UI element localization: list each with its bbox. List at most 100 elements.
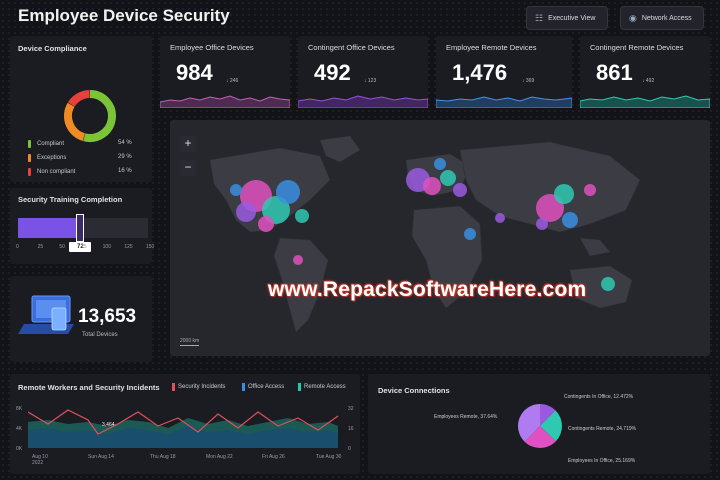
- world-map[interactable]: + − 2000 km: [170, 120, 710, 356]
- device-connections-panel: Device Connections Employees Remote, 37.…: [368, 374, 710, 474]
- noncompliant-pct: 16 %: [118, 168, 132, 174]
- x-tick: Mon Aug 22: [206, 454, 233, 460]
- slice-label-employees-office: Employees In Office, 25.169%: [568, 458, 636, 464]
- map-bubble[interactable]: [276, 180, 300, 204]
- y-left-tick: 4K: [16, 426, 23, 432]
- executive-view-button[interactable]: ☷ Executive View: [526, 6, 608, 30]
- legend-exceptions: Exceptions: [28, 154, 66, 162]
- total-devices-label: Total Devices: [82, 332, 118, 338]
- donut-segment[interactable]: [67, 90, 90, 107]
- kpi-label: Employee Office Devices: [170, 43, 254, 52]
- x-tick: Tue Aug 30: [316, 454, 342, 460]
- map-bubble[interactable]: [423, 177, 441, 195]
- connections-pie: [518, 404, 562, 448]
- map-bubble[interactable]: [554, 184, 574, 204]
- map-bubble[interactable]: [584, 184, 596, 196]
- indonesia-shape: [579, 237, 611, 257]
- network-icon: ◉: [629, 12, 637, 23]
- training-tick: 150: [146, 244, 155, 250]
- kpi-contingent-office[interactable]: Contingent Office Devices 492 ↓ 123: [298, 36, 428, 108]
- map-bubble[interactable]: [562, 212, 578, 228]
- training-tick: 0: [16, 244, 19, 250]
- y-left-tick: 8K: [16, 406, 23, 412]
- map-bubble[interactable]: [601, 277, 615, 291]
- exceptions-swatch: [28, 154, 31, 162]
- legend-office-access: Office Access: [242, 383, 284, 391]
- compliant-label: Compliant: [37, 141, 65, 147]
- security-training-panel: Security Training Completion 72 0 25 50 75 1…: [10, 188, 155, 264]
- map-bubble[interactable]: [434, 158, 446, 170]
- donut-segment[interactable]: [83, 90, 116, 142]
- x-tick: Sun Aug 14: [88, 454, 114, 460]
- training-tick: 100: [102, 244, 111, 250]
- kpi-value: 861: [596, 60, 633, 85]
- kpi-sparkline: [580, 95, 710, 108]
- legend-security-incidents: Security Incidents: [172, 383, 225, 391]
- kpi-value: 492: [314, 60, 351, 85]
- page-title: Employee Device Security: [18, 6, 230, 25]
- y-right-tick: 0: [348, 446, 351, 452]
- slice-label-employees-remote: Employees Remote, 37.64%: [434, 414, 498, 420]
- kpi-sparkline: [298, 95, 428, 108]
- donut-segment[interactable]: [64, 102, 86, 141]
- kpi-contingent-remote[interactable]: Contingent Remote Devices 861 ↓ 492: [580, 36, 710, 108]
- slice-label-contingents-office: Contingents In Office, 12.472%: [564, 394, 634, 400]
- remote-workers-panel: Remote Workers and Security Incidents Se…: [10, 374, 360, 474]
- map-bubble[interactable]: [258, 216, 274, 232]
- kpi-delta: ↓ 492: [642, 78, 655, 84]
- greenland-shape: [319, 135, 361, 163]
- legend-label: Office Access: [248, 384, 285, 390]
- x-tick: Aug 10 2022: [32, 454, 48, 466]
- map-bubble[interactable]: [440, 170, 456, 186]
- x-tick: Fri Aug 26: [262, 454, 285, 460]
- zoom-in-button[interactable]: +: [180, 136, 196, 152]
- y-right-tick: 32: [348, 406, 354, 412]
- map-bubble[interactable]: [295, 209, 309, 223]
- kpi-label: Contingent Office Devices: [308, 43, 395, 52]
- training-tick: 50: [59, 244, 65, 250]
- legend-compliant: Compliant: [28, 140, 64, 148]
- exceptions-pct: 29 %: [118, 154, 132, 160]
- legend-label: Remote Access: [304, 384, 346, 390]
- legend-remote-access: Remote Access: [298, 383, 346, 391]
- slice-label-contingents-remote: Contingents Remote, 24.719%: [568, 426, 637, 432]
- kpi-delta: ↓ 369: [522, 78, 535, 84]
- watermark-text: www.RepackSoftwareHere.com: [268, 278, 587, 301]
- exceptions-label: Exceptions: [37, 155, 67, 161]
- map-bubble[interactable]: [464, 228, 476, 240]
- noncompliant-label: Non compliant: [37, 169, 76, 175]
- noncompliant-swatch: [28, 168, 31, 176]
- map-bubble[interactable]: [230, 184, 242, 196]
- executive-view-label: Executive View: [548, 14, 596, 22]
- y-right-tick: 16: [348, 426, 354, 432]
- remote-workers-title: Remote Workers and Security Incidents: [18, 383, 160, 392]
- kpi-sparkline: [160, 95, 290, 108]
- map-bubble[interactable]: [293, 255, 303, 265]
- kpi-value: 1,476: [452, 60, 508, 85]
- zoom-out-button[interactable]: −: [180, 160, 196, 176]
- kpi-employee-remote[interactable]: Employee Remote Devices 1,476 ↓ 369: [436, 36, 572, 108]
- map-bubble[interactable]: [236, 202, 256, 222]
- kpi-employee-office[interactable]: Employee Office Devices 984 ↓ 246: [160, 36, 290, 108]
- training-marker[interactable]: [76, 214, 85, 242]
- map-bubble[interactable]: [495, 213, 505, 223]
- kpi-delta: ↓ 246: [226, 78, 239, 84]
- training-tick: 25: [37, 244, 44, 250]
- world-map-svg: [209, 135, 641, 333]
- training-tick: 75: [81, 244, 87, 250]
- y-left-tick: 0K: [16, 446, 23, 452]
- compliant-swatch: [28, 140, 31, 148]
- map-bubble[interactable]: [453, 183, 467, 197]
- device-connections-title: Device Connections: [378, 386, 450, 395]
- legend-swatch: [242, 383, 245, 391]
- map-bubble[interactable]: [536, 218, 548, 230]
- training-fill: [18, 218, 81, 238]
- compliant-pct: 54 %: [118, 140, 132, 146]
- kpi-value: 984: [176, 60, 213, 85]
- kpi-delta: ↓ 123: [364, 78, 377, 84]
- hierarchy-icon: ☷: [535, 12, 544, 23]
- network-access-button[interactable]: ◉ Network Access: [620, 6, 704, 30]
- kpi-label: Contingent Remote Devices: [590, 43, 684, 52]
- training-tick: 125: [124, 244, 133, 250]
- legend-swatch: [298, 383, 301, 391]
